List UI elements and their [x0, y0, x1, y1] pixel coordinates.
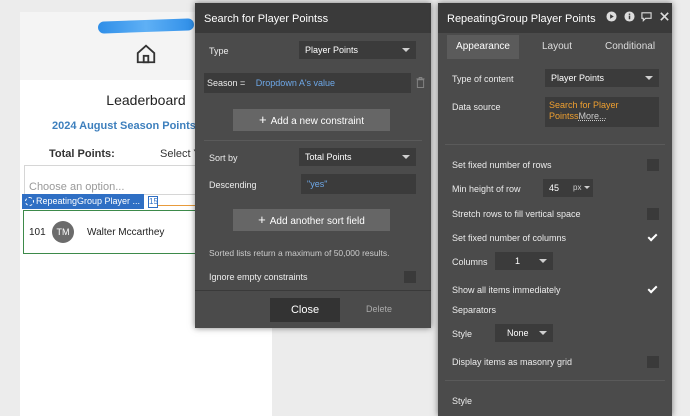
sorted-lists-note: Sorted lists return a maximum of 50,000 … [209, 248, 390, 258]
checkmark-icon [647, 283, 658, 294]
fixed-rows-label: Set fixed number of rows [452, 160, 552, 170]
columns-value: 1 [515, 256, 521, 266]
total-points-label: Total Points: [49, 148, 115, 160]
info-icon[interactable] [624, 11, 635, 22]
repeating-group-tag[interactable]: RepeatingGroup Player ... [22, 194, 145, 209]
type-dropdown[interactable]: Player Points [299, 41, 416, 59]
separator-style-dropdown[interactable]: None [495, 324, 553, 342]
close-button[interactable]: Close [270, 298, 340, 322]
row-player-name: Walter Mccarthey [87, 227, 165, 238]
plus-icon: + [258, 212, 266, 227]
type-dropdown-value: Player Points [305, 45, 359, 55]
style-section-label: Style [452, 396, 473, 406]
chevron-down-icon [539, 259, 547, 263]
sort-by-value: Total Points [305, 152, 352, 162]
constraint-value[interactable]: Dropdown A's value [256, 78, 335, 88]
close-icon[interactable] [659, 11, 670, 22]
rg-panel-title[interactable]: RepeatingGroup Player Points [438, 3, 672, 33]
columns-label: Columns [452, 257, 488, 267]
constraint-row[interactable]: Season = Dropdown A's value [204, 73, 411, 93]
season-title: 2024 August Season Points (cl [52, 120, 212, 132]
sort-by-label: Sort by [209, 153, 238, 163]
chevron-down-icon [645, 76, 653, 80]
redacted-scribble [97, 18, 195, 34]
delete-button[interactable]: Delete [366, 304, 392, 314]
min-height-label: Min height of row [452, 184, 521, 194]
repeating-group-count: 15 [148, 196, 158, 208]
data-source-label: Data source [452, 102, 501, 112]
play-icon[interactable] [606, 11, 617, 22]
stretch-rows-checkbox[interactable] [647, 208, 659, 220]
sort-by-dropdown[interactable]: Total Points [299, 148, 416, 166]
divider [445, 380, 665, 381]
tab-layout[interactable]: Layout [542, 41, 572, 52]
descending-label: Descending [209, 180, 257, 190]
descending-field[interactable]: "yes" [301, 174, 416, 194]
type-of-content-label: Type of content [452, 74, 514, 84]
separator-style-value: None [507, 328, 529, 338]
add-constraint-button[interactable]: + Add a new constraint [233, 109, 390, 131]
home-icon[interactable] [135, 43, 157, 65]
show-all-checkbox[interactable] [647, 283, 659, 296]
search-panel-title[interactable]: Search for Player Pointss [195, 3, 431, 33]
more-link[interactable]: More... [579, 111, 607, 121]
row-rank: 101 [29, 227, 46, 238]
chevron-down-icon [402, 155, 410, 159]
type-of-content-dropdown[interactable]: Player Points [545, 69, 659, 87]
chevron-down-icon [402, 48, 410, 52]
comment-icon[interactable] [641, 11, 652, 22]
min-height-input[interactable]: 45 [543, 179, 569, 197]
separators-label: Separators [452, 305, 497, 315]
data-source-field[interactable]: Search for Player PointssMore... [545, 97, 659, 127]
ignore-empty-checkbox[interactable] [404, 271, 416, 283]
type-label: Type [209, 46, 229, 56]
masonry-checkbox[interactable] [647, 356, 659, 368]
chevron-down-icon [584, 186, 590, 189]
rg-tabs: Appearance Layout Conditional [438, 35, 672, 59]
masonry-label: Display items as masonry grid [452, 357, 573, 367]
avatar: TM [52, 221, 74, 243]
tab-conditional[interactable]: Conditional [605, 41, 655, 52]
chevron-down-icon [539, 331, 547, 335]
add-sort-field-label: Add another sort field [269, 216, 365, 227]
trash-icon[interactable] [416, 77, 425, 88]
ignore-empty-label: Ignore empty constraints [209, 272, 308, 282]
tab-appearance[interactable]: Appearance [447, 35, 519, 59]
stretch-rows-label: Stretch rows to fill vertical space [452, 209, 581, 219]
columns-dropdown[interactable]: 1 [495, 252, 553, 270]
checkmark-icon [647, 231, 658, 242]
dropdown-placeholder: Choose an option... [29, 181, 125, 193]
divider [204, 140, 422, 141]
show-all-label: Show all items immediately [452, 285, 561, 295]
separator-style-label: Style [452, 329, 473, 339]
min-height-unit: px [573, 183, 582, 192]
fixed-columns-label: Set fixed number of columns [452, 233, 567, 243]
divider [445, 144, 665, 145]
fixed-rows-checkbox[interactable] [647, 159, 659, 171]
fixed-columns-checkbox[interactable] [647, 231, 659, 244]
type-of-content-value: Player Points [551, 73, 605, 83]
constraint-label: Season = [207, 78, 246, 88]
add-sort-field-button[interactable]: + Add another sort field [233, 209, 390, 231]
min-height-unit-dropdown[interactable]: px [569, 179, 593, 197]
divider [195, 290, 431, 291]
plus-icon: + [259, 112, 267, 127]
add-constraint-label: Add a new constraint [270, 116, 364, 127]
